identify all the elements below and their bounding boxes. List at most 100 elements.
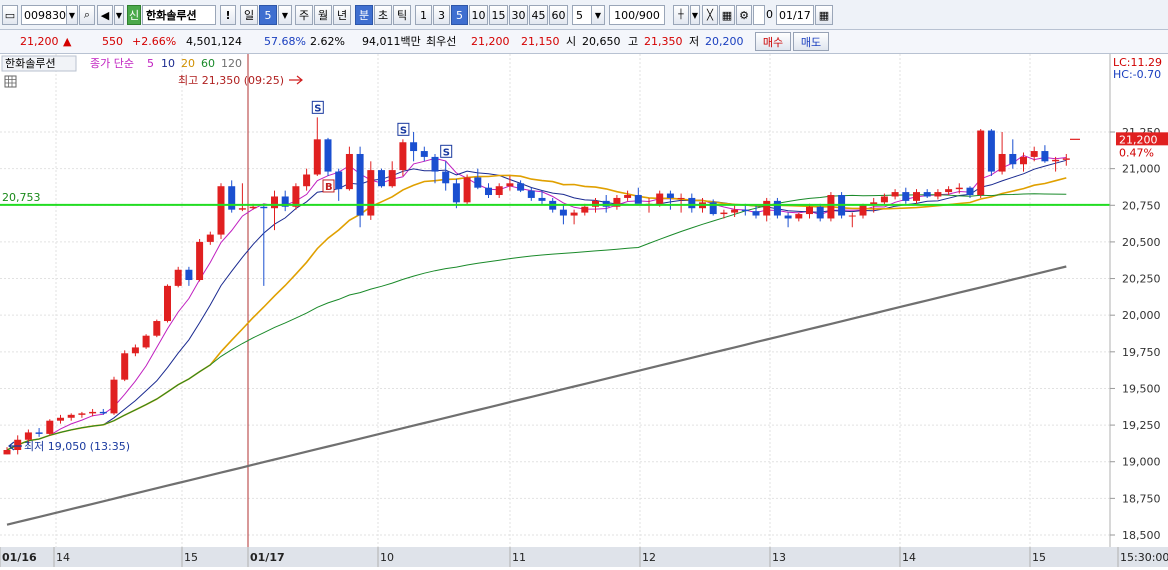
moving-average-lines (6, 154, 1067, 526)
display-count-field[interactable]: 100/900 (609, 5, 665, 25)
speaker-icon[interactable]: ◀ (97, 5, 113, 25)
tab-minute[interactable]: 분 (355, 5, 373, 25)
candle-body (848, 215, 856, 217)
candlestick-chart[interactable]: 20,753 한화솔루션 종가 단순 5 10 20 60 120 최고 21,… (0, 54, 1168, 567)
stock-name-field[interactable]: 한화솔루션 (142, 5, 216, 25)
tab-week[interactable]: 주 (295, 5, 313, 25)
signal-label: S (443, 147, 450, 158)
candle-body (1062, 158, 1070, 160)
gear-icon[interactable]: ⚙ (736, 5, 752, 25)
candle-body (185, 269, 193, 281)
candle-body (773, 200, 781, 216)
candle-body (46, 420, 54, 434)
candle-tool-dropdown-icon[interactable]: ▼ (690, 5, 700, 25)
chart-area[interactable]: 20,753 한화솔루션 종가 단순 5 10 20 60 120 최고 21,… (0, 54, 1168, 567)
tab-min-5[interactable]: 5 (451, 5, 468, 25)
search-icon[interactable]: ⌕ (79, 5, 95, 25)
table-toggle-icon[interactable] (4, 75, 17, 88)
candle-body (880, 196, 888, 203)
y-tick-label: 19,000 (1122, 456, 1161, 469)
candle-body (506, 183, 514, 187)
candle-body (666, 193, 674, 198)
candles (3, 117, 1070, 455)
calendar-icon[interactable]: ▦ (815, 5, 833, 25)
candle-body (1052, 159, 1060, 162)
y-tick-label: 19,250 (1122, 419, 1161, 432)
period-dropdown-icon[interactable]: ▼ (278, 5, 292, 25)
high-annotation: 최고 21,350 (09:25) (178, 74, 284, 87)
date-input[interactable]: 01/17 (776, 5, 814, 25)
candle-body (388, 170, 396, 187)
candle-body (35, 432, 43, 434)
hc-label: HC:-0.70 (1113, 68, 1161, 81)
candle-body (923, 192, 931, 197)
volume: 4,501,124 (186, 35, 242, 48)
y-tick-label: 19,750 (1122, 346, 1161, 359)
checkbox-label: 0 (766, 8, 773, 21)
candle-body (313, 139, 321, 175)
candle-body (292, 186, 300, 207)
tab-min-30[interactable]: 30 (509, 5, 528, 25)
candle-body (324, 139, 332, 172)
candle-body (174, 269, 182, 286)
tab-year[interactable]: 년 (333, 5, 351, 25)
buy-button[interactable]: 매수 (755, 32, 791, 51)
high-label: 고 (628, 35, 639, 48)
count-dropdown-icon[interactable]: ▼ (591, 5, 605, 25)
line-tool-icon[interactable]: ╳ (702, 5, 718, 25)
legend-ma-label: 종가 단순 (90, 57, 134, 70)
tab-min-15[interactable]: 15 (489, 5, 508, 25)
candle-body (378, 170, 385, 187)
signal-label: S (314, 103, 321, 114)
tab-day[interactable]: 일 (240, 5, 258, 25)
candle-body (110, 379, 118, 414)
y-tick-label: 19,500 (1122, 382, 1161, 395)
y-tick-label: 20,250 (1122, 273, 1161, 286)
candle-body (902, 192, 910, 201)
count-input[interactable]: 5 (572, 5, 592, 25)
candle-body (763, 200, 771, 216)
candle-body (463, 177, 471, 203)
price-axis: 21,25021,00020,75020,50020,25020,00019,7… (1110, 126, 1161, 542)
tab-period-5[interactable]: 5 (259, 5, 277, 25)
speaker-dropdown-icon[interactable]: ▼ (114, 5, 124, 25)
date-checkbox[interactable] (753, 5, 765, 25)
tab-min-1[interactable]: 1 (415, 5, 432, 25)
tab-month[interactable]: 월 (314, 5, 332, 25)
tab-min-60[interactable]: 60 (549, 5, 568, 25)
tab-min-45[interactable]: 45 (529, 5, 548, 25)
tab-min-10[interactable]: 10 (469, 5, 488, 25)
window-icon[interactable]: ▭ (2, 5, 18, 25)
legend-stock-name: 한화솔루션 (5, 57, 56, 70)
high-arrow-icon (289, 75, 303, 85)
candle-body (260, 206, 268, 209)
best-ask: 21,200 (471, 35, 510, 48)
candle-body (420, 151, 428, 157)
x-tick-label: 13 (772, 551, 786, 564)
legend-ma60: 60 (201, 57, 215, 70)
candle-body (196, 241, 204, 281)
sell-button[interactable]: 매도 (793, 32, 829, 51)
candle-body (1041, 151, 1049, 162)
high-price: 21,350 (644, 35, 683, 48)
candle-body (121, 353, 129, 380)
price-change: 550 (102, 35, 123, 48)
alert-button[interactable]: ! (220, 5, 236, 25)
tab-second[interactable]: 초 (374, 5, 392, 25)
tab-tick[interactable]: 틱 (393, 5, 411, 25)
candle-body (206, 234, 214, 242)
y-tick-label: 20,000 (1122, 309, 1161, 322)
candle-body (217, 186, 225, 235)
candle-body (913, 192, 920, 201)
candle-body (3, 450, 11, 455)
candle-body (806, 206, 813, 215)
hline-label: 20,753 (2, 191, 41, 204)
tab-min-3[interactable]: 3 (433, 5, 450, 25)
candle-body (99, 411, 107, 414)
candle-tool-icon[interactable]: ┼ (673, 5, 689, 25)
candle-body (816, 206, 824, 219)
code-input[interactable]: 009830 (21, 5, 67, 25)
candle-body (410, 142, 418, 152)
code-dropdown-icon[interactable]: ▼ (66, 5, 78, 25)
grid-icon[interactable]: ▦ (719, 5, 735, 25)
